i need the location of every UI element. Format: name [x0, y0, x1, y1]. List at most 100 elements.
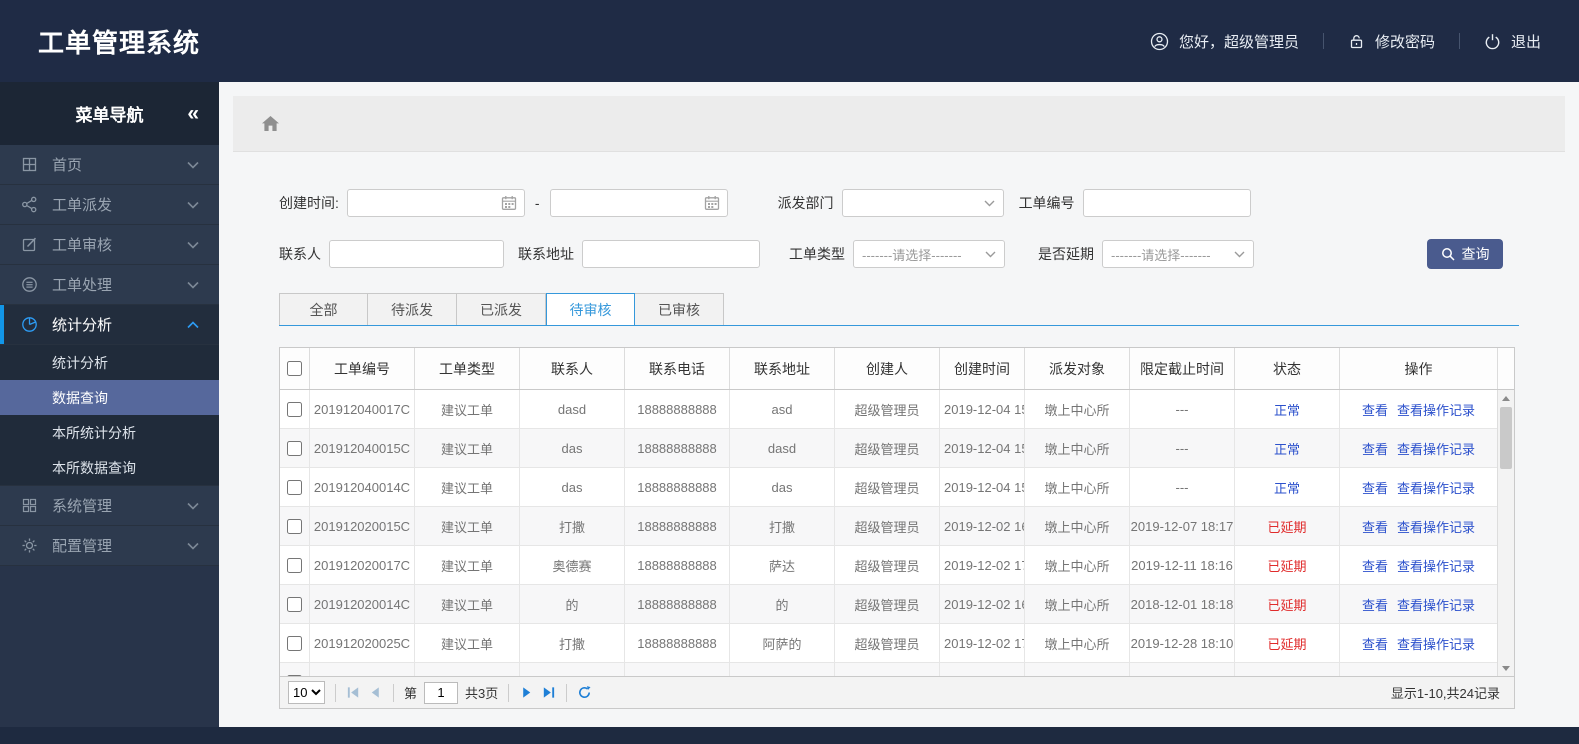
cell-contact: 打撒: [520, 507, 625, 545]
cell-address: 阿萨的: [730, 624, 835, 662]
first-page-button[interactable]: [346, 685, 361, 700]
sidebar-item-label: 系统管理: [52, 498, 113, 515]
chevron-down-icon: [187, 161, 199, 169]
scroll-down-button[interactable]: [1498, 660, 1514, 676]
view-link[interactable]: 查看: [1362, 439, 1388, 458]
view-link[interactable]: 查看: [1362, 556, 1388, 575]
table-row: 201912040017C 建议工单 dasd 18888888888 asd …: [280, 390, 1497, 429]
col-order-no: 工单编号: [310, 348, 415, 389]
create-time-end-input[interactable]: [557, 190, 704, 216]
calendar-icon[interactable]: [501, 195, 517, 211]
view-log-link[interactable]: 查看操作记录: [1397, 400, 1475, 419]
tab-dispatched[interactable]: 已派发: [457, 293, 546, 326]
sidebar-menu: 首页 工单派发 工单审核 工单处理 统计分析 统计分析 数据查询 本所统计分析 …: [0, 145, 219, 566]
refresh-button[interactable]: [577, 685, 592, 700]
sidebar-item-home[interactable]: 首页: [0, 145, 219, 185]
sidebar-item-system[interactable]: 系统管理: [0, 486, 219, 526]
tab-to-review[interactable]: 待审核: [546, 293, 635, 326]
cell-order-no: [310, 663, 415, 676]
cell-creator: 超级管理员: [835, 624, 940, 662]
row-checkbox[interactable]: [287, 557, 302, 573]
table-scrollbar[interactable]: [1497, 390, 1514, 676]
cell-order-type: [415, 663, 520, 676]
view-link[interactable]: 查看: [1362, 400, 1388, 419]
row-checkbox[interactable]: [287, 440, 302, 456]
sidebar-item-dispatch[interactable]: 工单派发: [0, 185, 219, 225]
calendar-icon[interactable]: [704, 195, 720, 211]
view-link[interactable]: 查看: [1362, 478, 1388, 497]
sidebar-subitem-data-query[interactable]: 数据查询: [0, 380, 219, 415]
row-checkbox[interactable]: [287, 479, 302, 495]
cell-target: 墩上中心所: [1025, 429, 1130, 467]
logout-button[interactable]: 退出: [1484, 31, 1541, 52]
address-input[interactable]: [582, 240, 760, 268]
row-checkbox[interactable]: [287, 635, 302, 651]
collapse-sidebar-button[interactable]: «: [187, 102, 199, 126]
delay-select[interactable]: -------请选择-------: [1102, 240, 1254, 268]
order-type-value: -------请选择-------: [862, 247, 962, 263]
cell-target: 墩上中心所: [1025, 546, 1130, 584]
cell-contact: [520, 663, 625, 676]
scroll-up-button[interactable]: [1498, 390, 1514, 406]
sidebar-subitem-local-data-query[interactable]: 本所数据查询: [0, 450, 219, 485]
row-checkbox[interactable]: [287, 518, 302, 534]
cell-created: [940, 663, 1025, 676]
row-checkbox[interactable]: [287, 596, 302, 612]
sidebar-subitem-stat-analysis[interactable]: 统计分析: [0, 345, 219, 380]
cell-created: 2019-12-04 15: [940, 429, 1025, 467]
cell-select: [280, 429, 310, 467]
page-size-select[interactable]: 10: [288, 681, 325, 704]
topbar: 工单管理系统 您好，超级管理员 修改密码 退出: [0, 0, 1579, 82]
view-log-link[interactable]: 查看操作记录: [1397, 634, 1475, 653]
tab-to-dispatch[interactable]: 待派发: [368, 293, 457, 326]
contact-input[interactable]: [329, 240, 504, 268]
change-password-button[interactable]: 修改密码: [1348, 31, 1435, 52]
cell-contact: 奥德赛: [520, 546, 625, 584]
create-time-end-field: [549, 189, 728, 217]
tab-all[interactable]: 全部: [279, 293, 368, 326]
date-range-separator: -: [534, 195, 540, 211]
create-time-start-input[interactable]: [354, 190, 501, 216]
view-link[interactable]: 查看: [1362, 634, 1388, 653]
view-log-link[interactable]: 查看操作记录: [1397, 478, 1475, 497]
chevron-down-icon: [187, 241, 199, 249]
topbar-divider: [1458, 33, 1460, 49]
view-log-link[interactable]: 查看操作记录: [1397, 556, 1475, 575]
dispatch-dept-select[interactable]: [841, 189, 1004, 217]
cell-order-no: 201912020017C: [310, 546, 415, 584]
prev-page-button[interactable]: [368, 685, 383, 700]
view-link[interactable]: 查看: [1362, 595, 1388, 614]
chevron-down-icon: [1234, 251, 1245, 258]
select-all-checkbox[interactable]: [287, 361, 302, 376]
view-log-link[interactable]: 查看操作记录: [1397, 439, 1475, 458]
create-time-start-field: [346, 189, 525, 217]
cell-creator: 超级管理员: [835, 429, 940, 467]
table-row: 201912020015C 建议工单 打撒 18888888888 打撒 超级管…: [280, 507, 1497, 546]
sidebar-item-review[interactable]: 工单审核: [0, 225, 219, 265]
sidebar-subitem-local-stat-analysis[interactable]: 本所统计分析: [0, 415, 219, 450]
chevron-down-icon: [985, 251, 996, 258]
next-page-button[interactable]: [519, 685, 534, 700]
pie-chart-icon: [20, 316, 38, 334]
sidebar-item-config[interactable]: 配置管理: [0, 526, 219, 566]
order-type-select[interactable]: -------请选择-------: [853, 240, 1005, 268]
row-checkbox[interactable]: [287, 401, 302, 417]
col-deadline: 限定截止时间: [1130, 348, 1235, 389]
view-link[interactable]: 查看: [1362, 517, 1388, 536]
cell-actions: 查看 查看操作记录: [1340, 546, 1497, 584]
cell-contact: das: [520, 468, 625, 506]
tab-reviewed[interactable]: 已审核: [635, 293, 724, 326]
page-number-input[interactable]: [424, 681, 459, 704]
scrollbar-header-spacer: [1497, 348, 1514, 389]
row-checkbox[interactable]: [287, 674, 302, 676]
home-icon[interactable]: [261, 115, 280, 132]
view-log-link[interactable]: 查看操作记录: [1397, 517, 1475, 536]
view-log-link[interactable]: 查看操作记录: [1397, 595, 1475, 614]
last-page-button[interactable]: [541, 685, 556, 700]
sidebar-item-process[interactable]: 工单处理: [0, 265, 219, 305]
sidebar-item-statistics[interactable]: 统计分析: [0, 305, 219, 345]
order-no-input[interactable]: [1082, 189, 1251, 217]
scrollbar-thumb[interactable]: [1500, 407, 1512, 469]
user-greeting[interactable]: 您好，超级管理员: [1150, 31, 1299, 52]
search-button[interactable]: 查询: [1427, 239, 1503, 269]
